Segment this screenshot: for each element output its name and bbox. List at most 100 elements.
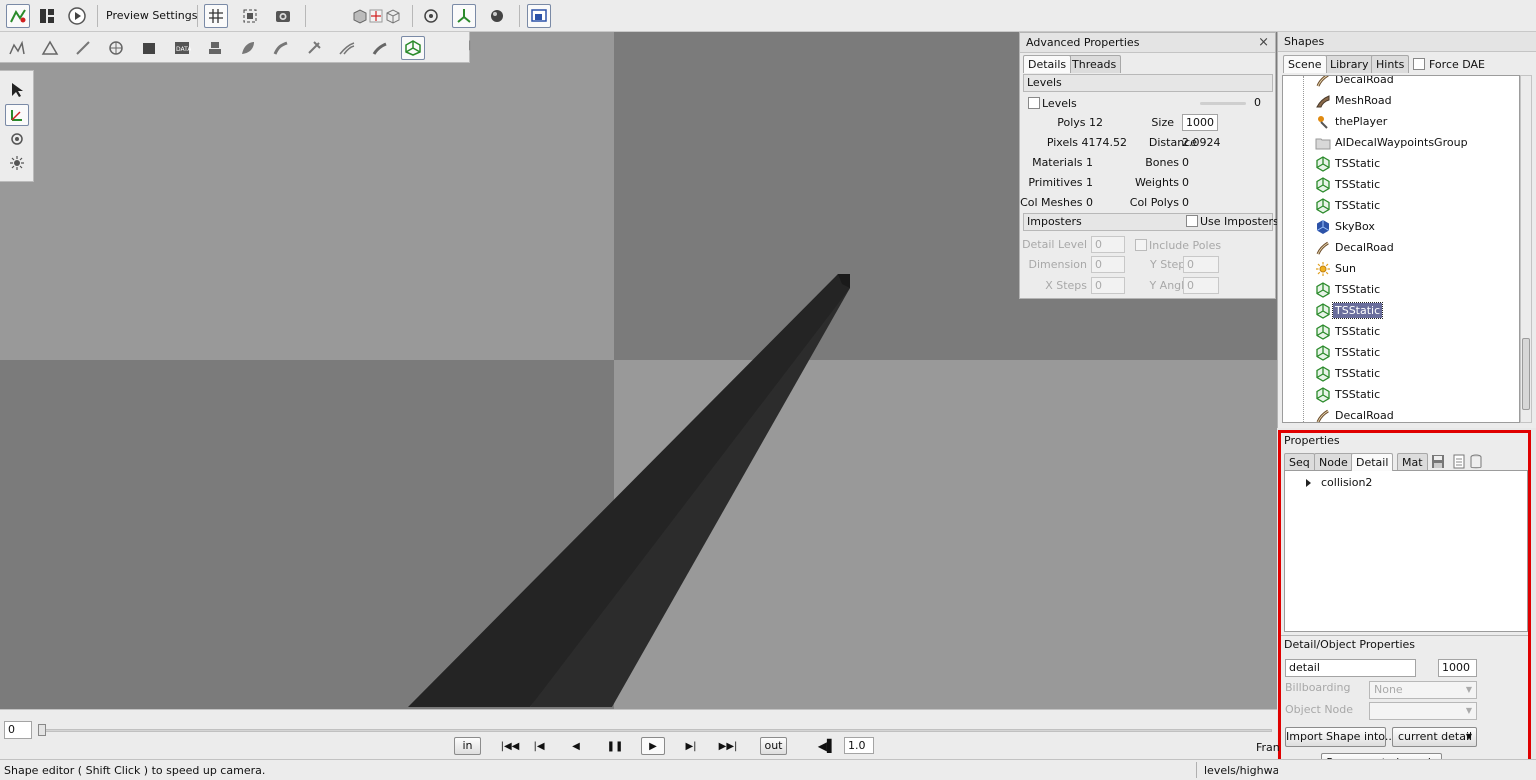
include-poles-checkbox[interactable]: [1135, 239, 1147, 251]
playback-speed-input[interactable]: 1.0: [844, 737, 874, 754]
tree-item-label[interactable]: collision2: [1321, 476, 1372, 489]
object-icon[interactable]: [203, 36, 227, 60]
import-shape-button[interactable]: Import Shape into...: [1285, 727, 1395, 747]
preview-settings-button[interactable]: Preview Settings: [106, 9, 197, 22]
scene-tree-item[interactable]: thePlayer: [1283, 111, 1519, 132]
detail-level-input[interactable]: 0: [1091, 236, 1125, 253]
skip-to-end-icon[interactable]: ▶▶|: [716, 737, 740, 755]
scene-tree[interactable]: DecalRoad MeshRoad thePlayer AIDecalWaypoin…: [1282, 75, 1520, 423]
data-icon[interactable]: DATA: [170, 36, 194, 60]
divider: [1196, 762, 1197, 778]
mountain-icon[interactable]: [38, 36, 62, 60]
tab-threads[interactable]: Threads: [1067, 55, 1122, 73]
scene-tree-item[interactable]: AIDecalWaypointsGroup: [1283, 132, 1519, 153]
scene-tree-item[interactable]: TSStatic: [1283, 363, 1519, 384]
tab-mat[interactable]: Mat: [1397, 453, 1428, 471]
scene-tree-item[interactable]: TSStatic: [1283, 342, 1519, 363]
scene-tree-item[interactable]: SkyBox: [1283, 216, 1519, 237]
sun-icon: [1315, 261, 1331, 277]
tab-library[interactable]: Library: [1325, 55, 1374, 73]
dimension-input[interactable]: 0: [1091, 256, 1125, 273]
scene-tree-item[interactable]: TSStatic: [1283, 153, 1519, 174]
save-icon[interactable]: [1431, 454, 1445, 469]
move-gizmo-icon[interactable]: [5, 104, 29, 126]
scene-tree-item[interactable]: TSStatic: [1283, 384, 1519, 405]
wireframe-cube-icon[interactable]: [381, 4, 405, 28]
rotate-gizmo-icon[interactable]: [5, 128, 29, 150]
scene-tree-item[interactable]: Sun: [1283, 258, 1519, 279]
size-input[interactable]: 1000: [1182, 114, 1218, 131]
tab-seq[interactable]: Seq: [1284, 453, 1315, 471]
toolbar-collapse-handle[interactable]: |: [468, 40, 474, 56]
y-angle-input[interactable]: 0: [1183, 277, 1219, 294]
decal-road-tool-icon[interactable]: [368, 36, 392, 60]
trash-icon[interactable]: [1469, 454, 1483, 469]
axis-gizmo-icon[interactable]: [452, 4, 476, 28]
use-imposters-checkbox[interactable]: [1186, 215, 1198, 227]
timeline-thumb[interactable]: [38, 724, 46, 736]
camera-icon[interactable]: [271, 4, 295, 28]
expand-arrow-icon[interactable]: [1306, 479, 1311, 487]
orbit-icon[interactable]: [419, 4, 443, 28]
play-icon[interactable]: [65, 4, 89, 28]
light-icon[interactable]: [302, 36, 326, 60]
leaf-icon[interactable]: [236, 36, 260, 60]
step-back-icon[interactable]: |◀: [527, 737, 551, 755]
sphere-icon[interactable]: [485, 4, 509, 28]
detail-tree[interactable]: collision2: [1284, 470, 1528, 632]
object-node-select[interactable]: ▼: [1369, 702, 1477, 720]
force-dae-checkbox[interactable]: [1413, 58, 1425, 70]
grid-icon[interactable]: [204, 4, 228, 28]
close-icon[interactable]: ×: [1258, 35, 1269, 50]
scrollbar-thumb[interactable]: [1522, 338, 1530, 410]
select-arrow-icon[interactable]: [5, 79, 29, 101]
current-detail-select[interactable]: current detail ▼: [1392, 727, 1477, 747]
out-button[interactable]: out: [760, 737, 787, 755]
sun-tool-icon[interactable]: [5, 152, 29, 174]
terrain-icon[interactable]: [5, 36, 29, 60]
globe-icon[interactable]: [104, 36, 128, 60]
pause-icon[interactable]: ❚❚: [603, 737, 627, 755]
river-icon[interactable]: [269, 36, 293, 60]
tab-node[interactable]: Node: [1314, 453, 1353, 471]
y-steps-input[interactable]: 0: [1183, 256, 1219, 273]
fit-view-icon[interactable]: [238, 4, 262, 28]
tab-details[interactable]: Details: [1023, 55, 1072, 73]
window-icon[interactable]: [527, 4, 551, 28]
detail-size-input[interactable]: 1000: [1438, 659, 1477, 677]
tab-detail[interactable]: Detail: [1351, 453, 1394, 471]
shape-editor-icon[interactable]: [6, 4, 30, 28]
layout-icon[interactable]: [35, 4, 59, 28]
skip-to-start-icon[interactable]: |◀◀: [498, 737, 522, 755]
billboarding-select[interactable]: None ▼: [1369, 681, 1477, 699]
step-forward-icon[interactable]: ▶|: [679, 737, 703, 755]
timeline-track[interactable]: [40, 729, 1272, 732]
play-backward-icon[interactable]: ◀: [564, 737, 588, 755]
scene-tree-item[interactable]: MeshRoad: [1283, 90, 1519, 111]
cube-icon[interactable]: [137, 36, 161, 60]
scene-tree-item[interactable]: TSStatic: [1283, 279, 1519, 300]
scene-tree-item[interactable]: DecalRoad: [1283, 76, 1519, 90]
scene-tree-item[interactable]: TSStatic: [1283, 300, 1519, 321]
level-path: levels/highway: [1204, 764, 1278, 777]
levels-checkbox[interactable]: [1028, 97, 1040, 109]
paint-icon[interactable]: [71, 36, 95, 60]
col-polys-label: Col Polys: [1129, 196, 1179, 209]
scene-tree-item[interactable]: TSStatic: [1283, 195, 1519, 216]
in-button[interactable]: in: [454, 737, 481, 755]
shape-tool-icon[interactable]: [401, 36, 425, 60]
scene-tree-scrollbar[interactable]: [1520, 75, 1532, 423]
tab-scene[interactable]: Scene: [1283, 55, 1327, 73]
current-frame-input[interactable]: 0: [4, 721, 32, 739]
tab-hints[interactable]: Hints: [1371, 55, 1410, 73]
play-forward-icon[interactable]: ▶: [641, 737, 665, 755]
scene-tree-item[interactable]: TSStatic: [1283, 174, 1519, 195]
scene-tree-item[interactable]: TSStatic: [1283, 321, 1519, 342]
x-steps-input[interactable]: 0: [1091, 277, 1125, 294]
detail-name-input[interactable]: detail: [1285, 659, 1416, 677]
document-icon[interactable]: [1452, 454, 1466, 469]
scene-tree-item[interactable]: DecalRoad: [1283, 405, 1519, 422]
levels-slider[interactable]: [1200, 102, 1246, 105]
scene-tree-item[interactable]: DecalRoad: [1283, 237, 1519, 258]
road-icon[interactable]: [335, 36, 359, 60]
